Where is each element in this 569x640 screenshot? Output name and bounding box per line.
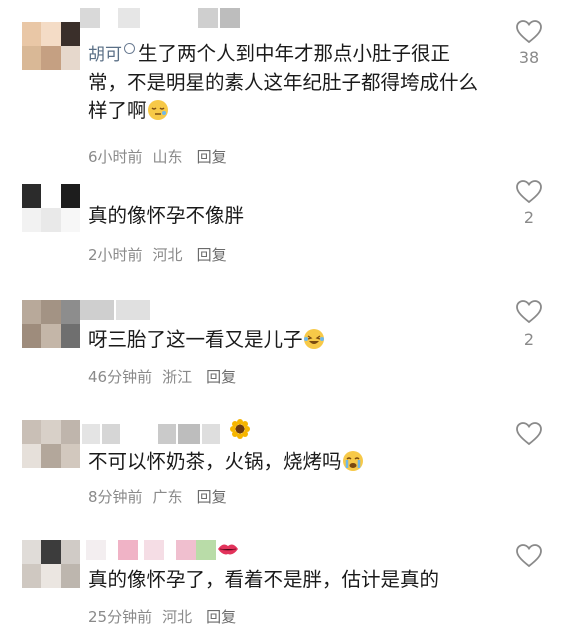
like-count: 38 <box>518 48 540 67</box>
heart-outline-icon[interactable] <box>516 544 542 568</box>
like-count: 2 <box>523 208 535 227</box>
reply-button[interactable]: 回复 <box>206 368 236 386</box>
blurred-username <box>82 424 222 444</box>
author-name[interactable]: 胡可 <box>88 45 122 65</box>
comment-meta: 25分钟前 河北 回复 <box>88 606 246 627</box>
lips-emoji <box>218 544 238 555</box>
heart-outline-icon[interactable] <box>516 422 542 446</box>
reply-button[interactable]: 回复 <box>197 246 227 264</box>
heart-outline-icon[interactable] <box>516 300 542 324</box>
heart-outline-icon[interactable] <box>516 20 542 44</box>
avatar[interactable] <box>22 540 80 588</box>
author-badge-icon <box>124 43 135 54</box>
comment-time: 6小时前 <box>88 148 143 166</box>
comment-text: 胡可 生了两个人到中年才那点小肚子很正常，不是明星的素人这年纪肚子都得垮成什么样了… <box>88 40 488 125</box>
comment-location: 山东 <box>152 148 183 166</box>
comment-text: 真的像怀孕不像胖 <box>88 204 245 227</box>
comment-meta: 2小时前 河北 回复 <box>88 244 237 265</box>
comment-meta: 46分钟前 浙江 回复 <box>88 366 246 387</box>
comment-location: 广东 <box>152 488 183 506</box>
crying-face-emoji <box>342 451 363 471</box>
comment-time: 2小时前 <box>88 246 143 264</box>
sunflower-emoji <box>230 419 250 439</box>
comment-meta: 6小时前 山东 回复 <box>88 146 237 167</box>
comment-location: 河北 <box>152 246 183 264</box>
avatar[interactable] <box>22 300 80 348</box>
comment-time: 25分钟前 <box>88 608 153 626</box>
comment-meta: 8分钟前 广东 回复 <box>88 486 237 507</box>
avatar[interactable] <box>22 184 80 232</box>
heart-outline-icon[interactable] <box>516 180 542 204</box>
avatar[interactable] <box>22 22 80 70</box>
comment-text: 真的像怀孕了，看着不是胖，估计是真的 <box>88 568 440 591</box>
comment-body: 不可以怀奶茶，火锅，烧烤吗 <box>88 450 342 473</box>
reply-button[interactable]: 回复 <box>197 148 227 166</box>
avatar[interactable] <box>22 420 80 468</box>
blurred-username <box>86 540 216 560</box>
blurred-username <box>80 8 240 28</box>
comment-body: 呀三胎了这一看又是儿子 <box>88 328 303 351</box>
comment-time: 46分钟前 <box>88 368 153 386</box>
laughing-tears-emoji <box>303 329 324 349</box>
comment-text: 不可以怀奶茶，火锅，烧烤吗 <box>88 448 488 476</box>
like-count: 2 <box>523 330 535 349</box>
blurred-username <box>80 300 150 320</box>
comment-time: 8分钟前 <box>88 488 143 506</box>
comment-location: 河北 <box>162 608 193 626</box>
comment-location: 浙江 <box>162 368 193 386</box>
comment-text: 呀三胎了这一看又是儿子 <box>88 326 488 354</box>
reply-button[interactable]: 回复 <box>197 488 227 506</box>
sleepy-face-emoji <box>147 100 168 120</box>
reply-button[interactable]: 回复 <box>206 608 236 626</box>
